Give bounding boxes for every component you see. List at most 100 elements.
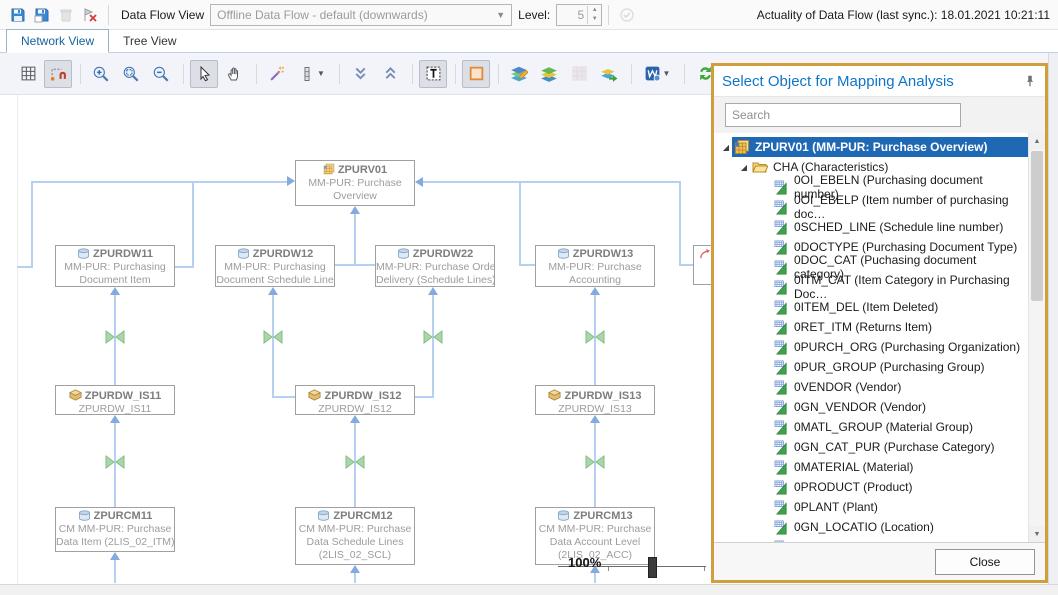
expander-icon[interactable]: ◢ — [738, 163, 750, 172]
node-title: ZPURDW_IS12 — [296, 388, 414, 403]
tree-item[interactable]: 0GN_LOCATIO (Location) — [714, 517, 1028, 537]
separator — [684, 64, 685, 84]
tree-item[interactable]: 0MATL_GROUP (Material Group) — [714, 417, 1028, 437]
expander-icon[interactable]: ◢ — [720, 143, 732, 152]
node-title: ZPURCM13 — [536, 510, 654, 523]
scroll-down-icon[interactable]: ▼ — [1029, 526, 1045, 542]
tree-item-label: 0MATERIAL (Material) — [794, 460, 913, 474]
layers-button[interactable] — [535, 60, 563, 88]
tree-item[interactable]: 0GN_CAT_PUR (Purchase Category) — [714, 437, 1028, 457]
tree-item[interactable]: 0GN_VENDOR (Vendor) — [714, 397, 1028, 417]
panel-search-area — [714, 97, 1045, 133]
snap-lines-button[interactable] — [44, 60, 72, 88]
node-description: MM-PUR: Purchasing — [216, 261, 334, 274]
check-actuality-button[interactable] — [616, 4, 638, 26]
node-description: Document Schedule Line — [216, 274, 334, 287]
node-zpurdw22[interactable]: ZPURDW22MM-PUR: Purchase OrderDelivery (… — [375, 245, 495, 287]
level-spin-buttons[interactable]: ▲▼ — [587, 6, 601, 24]
scrollbar-thumb[interactable] — [1031, 151, 1043, 301]
tree-item-body: 0PLANT (Plant) — [772, 497, 1028, 517]
tree-item[interactable]: 0RET_ITM (Returns Item) — [714, 317, 1028, 337]
node-description: CM MM-PUR: Purchase — [536, 523, 654, 536]
tree-item-body: 0MATL_GROUP (Material Group) — [772, 417, 1028, 437]
tree-item-label: 0PUR_GROUP (Purchasing Group) — [794, 360, 985, 374]
frame-mode-button[interactable] — [462, 60, 490, 88]
node-description: ZPURDW_IS13 — [536, 403, 654, 416]
save-icon — [10, 7, 26, 23]
node-zpurdw13[interactable]: ZPURDW13MM-PUR: PurchaseAccounting — [535, 245, 655, 287]
word-icon — [644, 65, 661, 82]
save-button[interactable] — [7, 4, 29, 26]
tree-item-label: 0ITEM_DEL (Item Deleted) — [794, 300, 938, 314]
zoom-slider-thumb[interactable] — [648, 557, 657, 578]
transformation-icon — [586, 331, 594, 343]
node-zpurv01[interactable]: ZPURV01MM-PUR: PurchaseOverview — [295, 160, 415, 206]
edit-layers-button[interactable] — [505, 60, 533, 88]
expand-all-button[interactable] — [346, 60, 374, 88]
node-title: ZPURV01 — [296, 163, 414, 177]
node-zpurdw_is11[interactable]: ZPURDW_IS11ZPURDW_IS11 — [55, 385, 175, 415]
tree-item[interactable]: 0PLANT (Plant) — [714, 497, 1028, 517]
tree-scrollbar[interactable]: ▲ ▼ — [1028, 133, 1045, 542]
bottom-strip — [0, 584, 1058, 595]
text-visibility-button[interactable] — [419, 60, 447, 88]
tab-network-view[interactable]: Network View — [6, 29, 109, 53]
node-description: ZPURDW_IS12 — [296, 403, 414, 416]
scroll-up-icon[interactable]: ▲ — [1029, 133, 1045, 149]
transformation-icon — [346, 456, 354, 468]
clock-check-icon — [619, 7, 635, 23]
remove-x-icon — [82, 7, 98, 23]
auto-layout-button[interactable] — [263, 60, 291, 88]
tree-item[interactable]: 0ITEM_DEL (Item Deleted) — [714, 297, 1028, 317]
node-zpurdw12[interactable]: ZPURDW12MM-PUR: PurchasingDocument Sched… — [215, 245, 335, 287]
characteristic-icon — [774, 280, 789, 295]
zoom-out-button[interactable] — [147, 60, 175, 88]
levels-button[interactable]: ▼ — [293, 60, 331, 88]
tree-item[interactable]: 0VENDOR (Vendor) — [714, 377, 1028, 397]
chevron-down-icon: ▼ — [496, 10, 505, 20]
search-input[interactable] — [725, 103, 961, 127]
pin-icon[interactable] — [1023, 74, 1037, 88]
node-zpurdw11[interactable]: ZPURDW11MM-PUR: PurchasingDocument Item — [55, 245, 175, 287]
tree-item-body: 0PUR_GROUP (Purchasing Group) — [772, 357, 1028, 377]
tree-item[interactable]: 0PUR_GROUP (Purchasing Group) — [714, 357, 1028, 377]
level-label: Level: — [518, 8, 550, 22]
close-button[interactable]: Close — [935, 549, 1035, 575]
tree-item[interactable]: 0PURCH_ORG (Purchasing Organization) — [714, 337, 1028, 357]
collapse-all-button[interactable] — [376, 60, 404, 88]
node-zpurcm12[interactable]: ZPURCM12CM MM-PUR: PurchaseData Schedule… — [295, 507, 415, 565]
node-zpurdw_is13[interactable]: ZPURDW_IS13ZPURDW_IS13 — [535, 385, 655, 415]
tree-item[interactable] — [714, 537, 1028, 543]
node-zpurdw_is12[interactable]: ZPURDW_IS12ZPURDW_IS12 — [295, 385, 415, 415]
tab-tree-view[interactable]: Tree View — [109, 30, 190, 52]
zoom-in-icon — [92, 65, 110, 83]
select-pointer-button[interactable] — [190, 60, 218, 88]
tree-item[interactable]: 0ITM_CAT (Item Category in Purchasing Do… — [714, 277, 1028, 297]
tree-item[interactable]: 0OI_EBELP (Item number of purchasing doc… — [714, 197, 1028, 217]
layers-edit-icon — [510, 65, 528, 83]
data-flow-combo[interactable]: Offline Data Flow - default (downwards) … — [210, 4, 512, 26]
characteristic-icon — [774, 200, 789, 215]
zoom-selection-button[interactable] — [117, 60, 145, 88]
characteristic-icon — [774, 240, 789, 255]
tree-item[interactable]: 0PRODUCT (Product) — [714, 477, 1028, 497]
export-graphic-button[interactable] — [595, 60, 623, 88]
zoom-in-button[interactable] — [87, 60, 115, 88]
top-toolbar: Data Flow View Offline Data Flow - defau… — [0, 0, 1058, 30]
tree-item-label: ZPURV01 (MM-PUR: Purchase Overview) — [755, 140, 988, 154]
grid-toggle-button[interactable] — [14, 60, 42, 88]
tree-item-label: CHA (Characteristics) — [773, 160, 888, 174]
export-word-button[interactable]: ▼ — [638, 60, 676, 88]
tree-item[interactable]: 0MATERIAL (Material) — [714, 457, 1028, 477]
node-description: CM MM-PUR: Purchase — [56, 523, 174, 536]
pan-button[interactable] — [220, 60, 248, 88]
tree-item[interactable]: 0SCHED_LINE (Schedule line number) — [714, 217, 1028, 237]
save-as-button[interactable] — [31, 4, 53, 26]
minimap-button[interactable] — [565, 60, 593, 88]
delete-button[interactable] — [55, 4, 77, 26]
node-description: Data Account Level — [536, 536, 654, 549]
tree-item[interactable]: ◢ ZPURV01 (MM-PUR: Purchase Overview) — [714, 137, 1028, 157]
node-zpurcm11[interactable]: ZPURCM11CM MM-PUR: PurchaseData Item (2L… — [55, 507, 175, 552]
remove-data-flow-button[interactable] — [79, 4, 101, 26]
level-stepper[interactable]: 5 ▲▼ — [556, 4, 602, 26]
